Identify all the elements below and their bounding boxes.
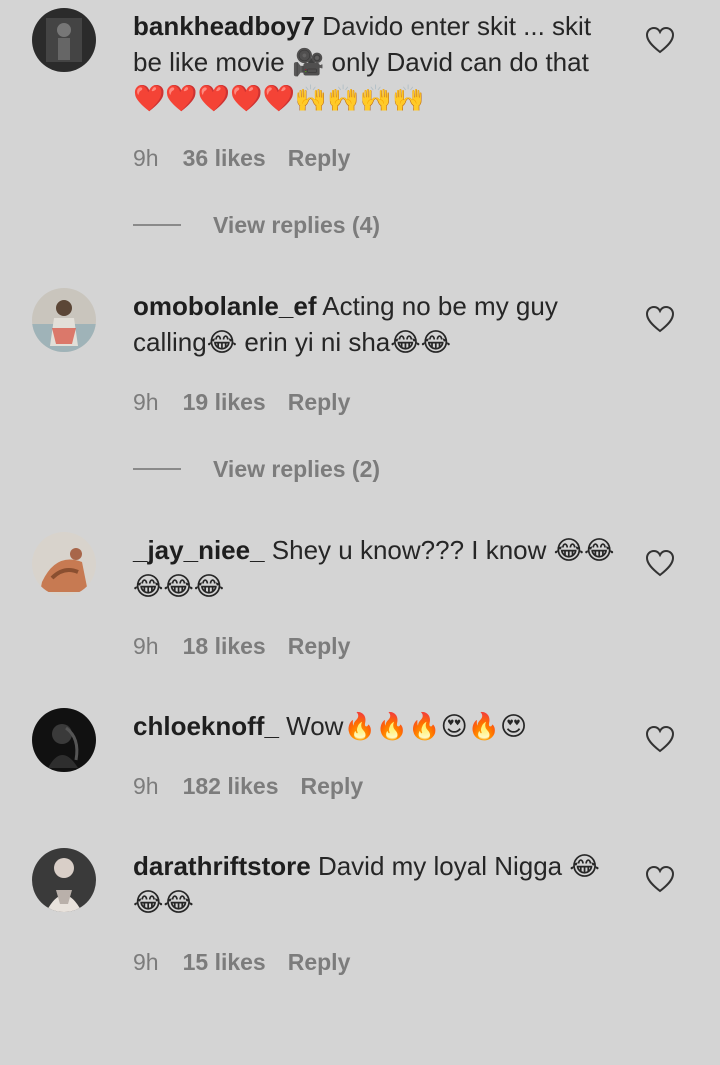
comment-username[interactable]: omobolanle_ef bbox=[133, 291, 316, 321]
reply-button[interactable]: Reply bbox=[288, 145, 351, 171]
avatar[interactable] bbox=[32, 288, 96, 352]
like-heart-icon[interactable] bbox=[645, 865, 675, 893]
reply-button[interactable]: Reply bbox=[288, 389, 351, 415]
likes-count[interactable]: 19 likes bbox=[183, 389, 266, 415]
comment-username[interactable]: chloeknoff_ bbox=[133, 711, 279, 741]
like-heart-icon[interactable] bbox=[645, 26, 675, 54]
comment-time: 9h bbox=[133, 389, 159, 415]
likes-count[interactable]: 36 likes bbox=[183, 145, 266, 171]
comment-meta: 9h 18 likes Reply bbox=[133, 631, 372, 661]
avatar[interactable] bbox=[32, 708, 96, 772]
comment-text: chloeknoff_ Wow🔥🔥🔥😍🔥😍 bbox=[133, 708, 623, 744]
comment-time: 9h bbox=[133, 145, 159, 171]
comment-meta: 9h 15 likes Reply bbox=[133, 947, 372, 977]
like-heart-icon[interactable] bbox=[645, 725, 675, 753]
likes-count[interactable]: 18 likes bbox=[183, 633, 266, 659]
comment-meta: 9h 19 likes Reply bbox=[133, 387, 372, 417]
reply-button[interactable]: Reply bbox=[288, 633, 351, 659]
comment-username[interactable]: darathriftstore bbox=[133, 851, 311, 881]
likes-count[interactable]: 15 likes bbox=[183, 949, 266, 975]
reply-button[interactable]: Reply bbox=[301, 773, 364, 799]
comment-text: omobolanle_ef Acting no be my guy callin… bbox=[133, 288, 623, 360]
reply-button[interactable]: Reply bbox=[288, 949, 351, 975]
comment-username[interactable]: _jay_niee_ bbox=[133, 535, 265, 565]
comment-time: 9h bbox=[133, 773, 159, 799]
comment-meta: 9h 36 likes Reply bbox=[133, 143, 372, 173]
comment-text: bankheadboy7 Davido enter skit ... skit … bbox=[133, 8, 623, 116]
divider-line bbox=[133, 467, 181, 470]
comment-username[interactable]: bankheadboy7 bbox=[133, 11, 315, 41]
view-replies-label: View replies (4) bbox=[213, 212, 381, 238]
avatar[interactable] bbox=[32, 532, 96, 596]
view-replies-button[interactable]: View replies (2) bbox=[133, 454, 380, 484]
comment-time: 9h bbox=[133, 633, 159, 659]
comment-body: Wow🔥🔥🔥😍🔥😍 bbox=[286, 711, 528, 741]
comment-meta: 9h 182 likes Reply bbox=[133, 771, 385, 801]
comment-time: 9h bbox=[133, 949, 159, 975]
like-heart-icon[interactable] bbox=[645, 549, 675, 577]
comment-text: darathriftstore David my loyal Nigga 😂😂😂 bbox=[133, 848, 623, 920]
comment-text: _jay_niee_ Shey u know??? I know 😂😂😂😂😂 bbox=[133, 532, 623, 604]
avatar[interactable] bbox=[32, 8, 96, 72]
view-replies-button[interactable]: View replies (4) bbox=[133, 210, 380, 240]
likes-count[interactable]: 182 likes bbox=[183, 773, 279, 799]
divider-line bbox=[133, 223, 181, 226]
avatar[interactable] bbox=[32, 848, 96, 912]
like-heart-icon[interactable] bbox=[645, 305, 675, 333]
view-replies-label: View replies (2) bbox=[213, 456, 381, 482]
